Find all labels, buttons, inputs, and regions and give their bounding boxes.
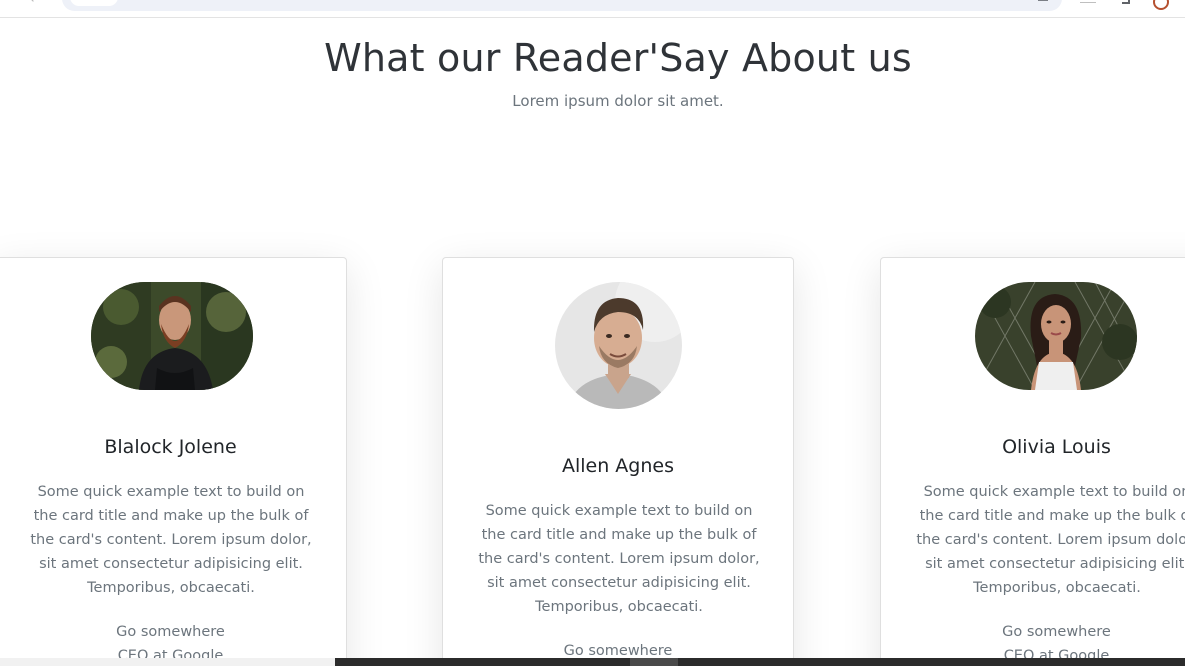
testimonial-card: Olivia Louis Some quick example text to …: [880, 257, 1185, 666]
card-title: Blalock Jolene: [104, 436, 237, 458]
browser-toolbar: ←: [0, 0, 1185, 18]
scrollbar-grip[interactable]: [630, 658, 678, 666]
card-text: Some quick example text to build on the …: [916, 484, 1185, 596]
card-text: Some quick example text to build on the …: [478, 503, 760, 615]
back-arrow-icon[interactable]: ←: [30, 0, 42, 6]
address-bar[interactable]: [62, 0, 1062, 11]
card-title: Olivia Louis: [1002, 436, 1111, 458]
section-title: What our Reader'Say About us: [324, 36, 912, 80]
go-somewhere-link[interactable]: Go somewhere: [881, 624, 1185, 640]
avatar: [555, 282, 682, 409]
card-title: Allen Agnes: [561, 455, 674, 477]
testimonial-card: Allen Agnes Some quick example text to b…: [442, 257, 794, 666]
bookmark-star-icon[interactable]: [1038, 0, 1048, 1]
card-text: Some quick example text to build on the …: [30, 484, 312, 596]
section-subtitle: Lorem ipsum dolor sit amet.: [512, 92, 724, 110]
site-info-chip[interactable]: [70, 0, 118, 6]
bearded-man-photo-icon: [91, 282, 253, 390]
avatar: [91, 282, 253, 390]
go-somewhere-link[interactable]: Go somewhere: [0, 624, 346, 640]
woman-photo-icon: [975, 282, 1137, 390]
horizontal-scrollbar-thumb[interactable]: [335, 658, 1185, 666]
extensions-icon[interactable]: [1080, 0, 1096, 3]
testimonial-card: Blalock Jolene Some quick example text t…: [0, 257, 347, 666]
menu-icon[interactable]: [1122, 0, 1130, 4]
avatar: [975, 282, 1137, 390]
smiling-man-photo-icon: [555, 282, 682, 409]
profile-icon[interactable]: [1153, 0, 1169, 10]
go-somewhere-link[interactable]: Go somewhere: [443, 643, 793, 659]
